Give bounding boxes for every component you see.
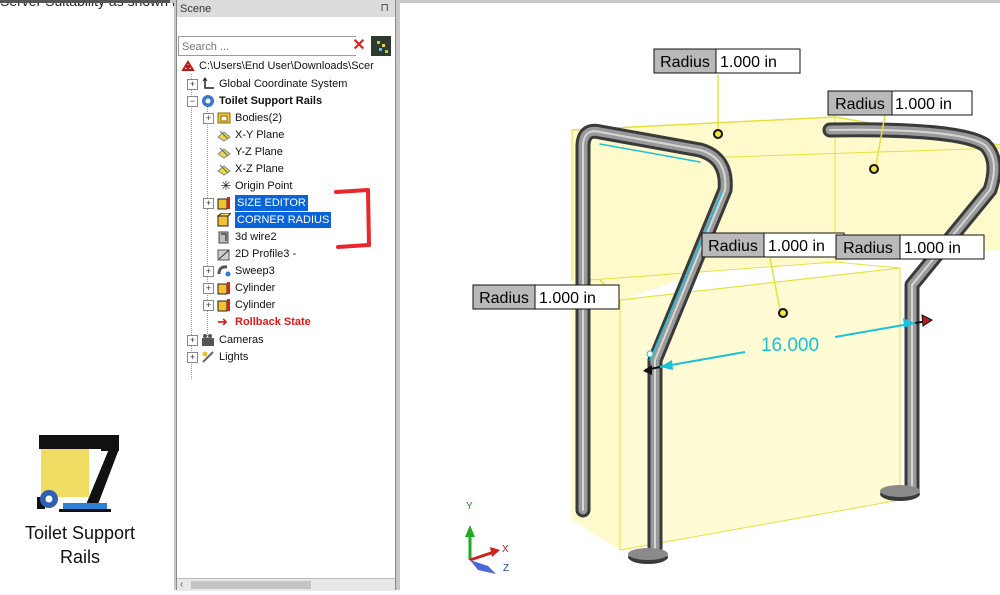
tree-item-label: CORNER RADIUS	[235, 212, 332, 228]
tree-item-label: X-Z Plane	[235, 163, 284, 175]
scene-panel-titlebar: Scene ⊓	[177, 0, 395, 17]
collapse-icon[interactable]: −	[187, 96, 198, 107]
desktop-app-icon[interactable]: Toilet Support Rails	[10, 425, 150, 569]
plane-icon	[217, 147, 231, 159]
scrollbar-thumb[interactable]	[191, 581, 311, 589]
radius-value[interactable]: 1.000 in	[904, 240, 961, 257]
axis-x-label: X	[502, 544, 509, 555]
dimension-value[interactable]: 16.000	[761, 335, 819, 356]
tree-item-label: 2D Profile3 -	[235, 248, 297, 260]
tree-item-label: X-Y Plane	[235, 129, 285, 141]
radius-label[interactable]: Radius 1.000 in	[653, 48, 801, 74]
sweep-icon	[217, 265, 231, 277]
cameras-icon	[202, 334, 214, 346]
radius-label[interactable]: Radius 1.000 in	[835, 234, 985, 260]
plane-icon	[217, 130, 231, 142]
expand-icon[interactable]: +	[187, 335, 198, 346]
tree-item-label: Toilet Support Rails	[219, 95, 323, 107]
tree-item-label: Origin Point	[235, 180, 293, 192]
clear-search-icon[interactable]: ✕	[350, 37, 368, 55]
cylinder-icon	[217, 299, 230, 312]
radius-key: Radius	[660, 54, 710, 71]
size-editor-icon	[217, 197, 230, 210]
rollback-arrow-icon: ➜	[217, 314, 228, 329]
expand-icon[interactable]: +	[187, 79, 198, 90]
scene-search-input[interactable]	[179, 39, 355, 55]
desktop-icon-label: Toilet Support Rails	[24, 523, 136, 567]
coordinate-system-icon	[202, 77, 214, 89]
tree-item-label: 3d wire2	[235, 231, 277, 243]
radius-value[interactable]: 1.000 in	[895, 96, 952, 113]
assembly-icon	[202, 95, 214, 107]
expand-icon[interactable]: +	[203, 266, 214, 277]
expand-icon[interactable]: +	[203, 283, 214, 294]
corner-radius-icon	[217, 213, 231, 227]
tree-item-label: Rollback State	[235, 316, 311, 328]
tree-item-label: Cameras	[219, 334, 264, 346]
toilet-support-rails-icon	[37, 435, 119, 512]
annotation-bracket	[334, 188, 371, 249]
radius-key: Radius	[708, 238, 758, 255]
wire-icon	[218, 231, 229, 244]
tree-item-label: C:\Users\End User\Downloads\Scer	[199, 60, 374, 72]
radius-value[interactable]: 1.000 in	[768, 238, 825, 255]
origin-point-icon: ✳	[220, 178, 232, 193]
radius-label[interactable]: Radius 1.000 in	[827, 90, 973, 116]
plane-icon	[217, 164, 231, 176]
tree-item-label: Cylinder	[235, 299, 276, 311]
profile-icon	[217, 249, 230, 261]
scene-search-box[interactable]	[178, 36, 356, 56]
scene-panel-title: Scene	[180, 3, 212, 15]
expand-icon[interactable]: +	[203, 113, 214, 124]
radius-handle[interactable]	[713, 129, 723, 139]
tree-item-label: Sweep3	[235, 265, 275, 277]
lights-icon	[202, 351, 214, 363]
3d-viewport[interactable]: 16.000 Radius 1.000 in Radius 1.000 in R…	[405, 0, 1000, 590]
expand-icon[interactable]: +	[203, 198, 214, 209]
radius-label[interactable]: Radius 1.000 in	[472, 284, 620, 310]
pin-icon[interactable]: ⊓	[380, 0, 389, 17]
radius-key: Radius	[479, 290, 529, 307]
radius-key: Radius	[835, 96, 885, 113]
tree-item-label: Lights	[219, 351, 249, 363]
search-options-icon[interactable]	[371, 36, 391, 56]
scene-root-icon	[181, 60, 195, 71]
radius-value[interactable]: 1.000 in	[539, 290, 596, 307]
bodies-folder-icon	[217, 112, 231, 124]
scene-panel: Scene ⊓ ✕ C:\Users\End User\Downloads\Sc…	[174, 0, 400, 591]
tree-item-label: SIZE EDITOR	[235, 195, 308, 211]
tree-horizontal-scrollbar[interactable]: ‹	[177, 578, 395, 591]
expand-icon[interactable]: +	[187, 352, 198, 363]
tree-item-label: Bodies(2)	[235, 112, 283, 124]
axis-z-label: Z	[503, 563, 509, 574]
viewport-canvas[interactable]: 16.000 Radius 1.000 in Radius 1.000 in R…	[405, 0, 1000, 590]
axis-triad: Y X Z	[465, 501, 509, 574]
cylinder-icon	[217, 282, 230, 295]
radius-key: Radius	[843, 240, 893, 257]
expand-icon[interactable]: +	[203, 300, 214, 311]
tree-item-label: Global Coordinate System	[219, 78, 348, 90]
radius-handle[interactable]	[778, 308, 788, 318]
scroll-left-icon[interactable]: ‹	[180, 579, 183, 590]
radius-value[interactable]: 1.000 in	[720, 54, 777, 71]
tree-item-label: Cylinder	[235, 282, 276, 294]
radius-label[interactable]: Radius 1.000 in	[701, 232, 845, 258]
radius-handle[interactable]	[869, 164, 879, 174]
tree-item-label: Y-Z Plane	[235, 146, 283, 158]
axis-y-label: Y	[466, 501, 473, 512]
